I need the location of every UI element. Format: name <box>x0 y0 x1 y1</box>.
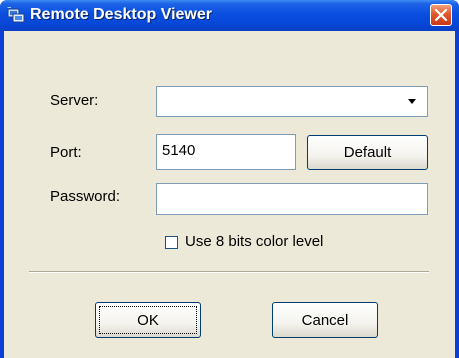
color-level-checkbox-label[interactable]: Use 8 bits color level <box>185 233 323 250</box>
server-label: Server: <box>50 92 99 109</box>
remote-desktop-app-icon <box>6 6 26 25</box>
ok-button[interactable]: OK <box>95 302 201 338</box>
server-dropdown-button[interactable] <box>403 89 421 113</box>
port-input[interactable]: 5140 <box>156 134 296 170</box>
cancel-button-label: Cancel <box>301 311 349 329</box>
port-label: Port: <box>50 144 82 161</box>
default-button-label: Default <box>343 144 392 161</box>
default-button[interactable]: Default <box>307 135 428 170</box>
server-combobox[interactable] <box>156 86 428 117</box>
window-title: Remote Desktop Viewer <box>30 6 212 23</box>
close-button[interactable] <box>430 4 452 26</box>
separator <box>29 271 429 273</box>
focus-rectangle <box>99 306 197 334</box>
cancel-button[interactable]: Cancel <box>272 302 378 338</box>
port-value: 5140 <box>162 142 196 159</box>
dialog-window: Remote Desktop Viewer Server: Port: 5140… <box>0 0 459 358</box>
title-bar[interactable]: Remote Desktop Viewer <box>0 0 459 31</box>
password-input[interactable] <box>156 183 428 215</box>
chevron-down-icon <box>408 99 416 104</box>
close-icon <box>435 9 447 21</box>
color-level-checkbox[interactable] <box>165 236 178 249</box>
password-label: Password: <box>50 188 121 205</box>
dialog-body: Server: Port: 5140 Default Password: Use… <box>4 31 455 358</box>
